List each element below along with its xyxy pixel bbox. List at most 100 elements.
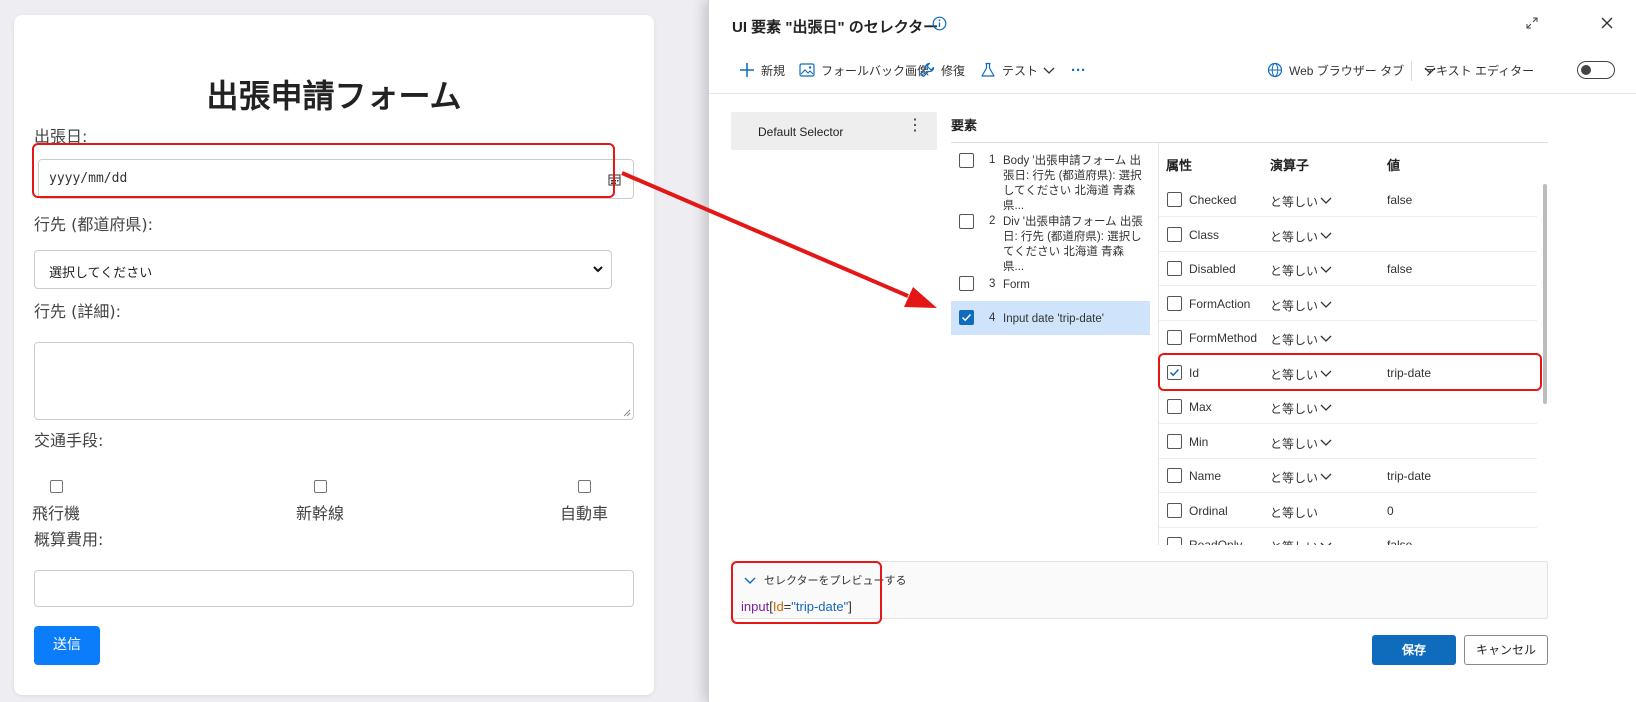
operator-dropdown[interactable] <box>1320 229 1332 244</box>
attribute-checkbox[interactable] <box>1167 226 1182 242</box>
chevron-down-icon <box>593 266 603 273</box>
operator-select[interactable]: と等しい <box>1270 400 1318 417</box>
dialog-title: UI 要素 "出張日" のセレクター <box>732 19 939 36</box>
more-options-icon[interactable]: ⋮ <box>907 118 923 134</box>
attribute-name: Max <box>1189 400 1212 414</box>
test-button[interactable]: テスト <box>980 61 1038 79</box>
toggle-knob <box>1581 65 1591 75</box>
transport-option: 飛行機 <box>32 478 80 524</box>
operator-dropdown[interactable] <box>1320 332 1332 347</box>
attribute-checkbox[interactable] <box>1167 537 1182 545</box>
operator-select[interactable]: と等しい <box>1270 435 1318 452</box>
attribute-row[interactable]: FormAction と等しい <box>1159 287 1537 321</box>
element-text: Form <box>1003 279 1030 291</box>
attribute-row[interactable]: Ordinal と等しい 0 <box>1159 494 1537 528</box>
more-button[interactable]: ··· <box>1071 61 1086 79</box>
chevron-down-icon <box>1043 67 1055 74</box>
cancel-button[interactable]: キャンセル <box>1464 635 1548 665</box>
element-row[interactable]: 2 Div '出張申請フォーム 出張日: 行先 (都道府県): 選択してください… <box>951 213 1150 273</box>
operator-dropdown[interactable] <box>1320 263 1332 278</box>
attribute-row[interactable]: Disabled と等しい false <box>1159 252 1537 286</box>
operator-select[interactable]: と等しい <box>1270 228 1318 245</box>
submit-button[interactable]: 送信 <box>34 626 100 665</box>
element-row-selected[interactable]: 4 Input date 'trip-date' <box>951 301 1150 335</box>
operator-dropdown[interactable] <box>1320 194 1332 209</box>
attribute-name: FormMethod <box>1189 331 1258 345</box>
attribute-row[interactable]: FormMethod と等しい <box>1159 321 1537 355</box>
dest-pref-select[interactable]: 選択してください <box>34 250 612 289</box>
toolbar-divider <box>1411 61 1412 81</box>
transport-option-label: 飛行機 <box>32 504 81 523</box>
selector-list-item[interactable]: Default Selector ⋮ <box>731 112 937 150</box>
attribute-name: Name <box>1189 469 1222 483</box>
repair-label: 修復 <box>941 63 966 78</box>
value-header: 値 <box>1387 158 1401 173</box>
attribute-value[interactable]: false <box>1387 193 1412 207</box>
text-editor-toggle[interactable] <box>1577 61 1615 79</box>
test-dropdown[interactable] <box>1043 61 1055 79</box>
fallback-image-button[interactable]: フォールバック画像 <box>799 61 929 79</box>
info-icon[interactable] <box>932 16 947 31</box>
elements-heading: 要素 <box>951 118 978 133</box>
attribute-row[interactable]: Min と等しい <box>1159 425 1537 459</box>
attribute-checkbox[interactable] <box>1167 468 1182 483</box>
cost-input[interactable] <box>34 570 634 607</box>
dest-pref-label: 行先 (都道府県): <box>34 215 153 234</box>
plus-icon <box>740 63 754 77</box>
resize-grip-icon[interactable] <box>623 409 631 417</box>
close-icon[interactable] <box>1600 16 1614 30</box>
element-checkbox[interactable] <box>959 276 974 291</box>
attribute-name: Ordinal <box>1189 503 1228 518</box>
element-row[interactable]: 1 Body '出張申請フォーム 出張日: 行先 (都道府県): 選択してくださ… <box>951 152 1150 212</box>
operator-dropdown[interactable] <box>1320 401 1332 416</box>
operator-select[interactable]: と等しい <box>1270 331 1318 348</box>
dest-detail-textarea[interactable] <box>34 342 634 420</box>
element-checkbox-checked[interactable] <box>959 310 974 325</box>
attribute-row[interactable]: Class と等しい <box>1159 218 1537 252</box>
attribute-row[interactable]: Max と等しい <box>1159 390 1537 424</box>
attribute-name: Min <box>1189 434 1209 449</box>
transport-label: 交通手段: <box>34 431 104 450</box>
new-button[interactable]: 新規 <box>739 61 785 79</box>
element-text: Input date 'trip-date' <box>1003 313 1104 325</box>
operator-select[interactable]: と等しい <box>1270 262 1318 279</box>
operator-dropdown[interactable] <box>1320 470 1332 485</box>
attribute-checkbox[interactable] <box>1167 192 1182 207</box>
operator-dropdown[interactable] <box>1320 436 1332 451</box>
attribute-checkbox[interactable] <box>1167 433 1182 449</box>
attribute-checkbox[interactable] <box>1167 502 1182 518</box>
attribute-value[interactable]: false <box>1387 538 1412 545</box>
operator-select[interactable]: と等しい <box>1270 193 1318 210</box>
operator-select[interactable]: と等しい <box>1270 504 1318 521</box>
attribute-checkbox[interactable] <box>1167 399 1182 414</box>
operator-header: 演算子 <box>1270 158 1310 173</box>
form-title: 出張申請フォーム <box>206 77 462 115</box>
operator-select[interactable]: と等しい <box>1270 469 1318 486</box>
attribute-checkbox[interactable] <box>1167 261 1182 276</box>
attributes-scrollbar[interactable] <box>1543 184 1547 404</box>
operator-select[interactable]: と等しい <box>1270 538 1318 545</box>
attribute-row[interactable]: Checked と等しい false <box>1159 183 1537 217</box>
operator-dropdown[interactable] <box>1320 539 1332 545</box>
operator-dropdown[interactable] <box>1320 298 1332 313</box>
car-checkbox[interactable] <box>577 480 591 493</box>
element-row[interactable]: 3 Form <box>951 274 1150 298</box>
repair-button[interactable]: 修復 <box>919 61 965 79</box>
attribute-value[interactable]: trip-date <box>1387 469 1431 483</box>
attribute-value[interactable]: 0 <box>1387 504 1394 518</box>
attribute-value[interactable]: false <box>1387 262 1412 276</box>
attribute-checkbox[interactable] <box>1167 330 1182 345</box>
shinkansen-checkbox[interactable] <box>313 480 327 493</box>
element-checkbox[interactable] <box>959 214 974 229</box>
operator-select[interactable]: と等しい <box>1270 297 1318 314</box>
attribute-row[interactable]: Name と等しい trip-date <box>1159 459 1537 493</box>
save-button[interactable]: 保存 <box>1372 635 1456 665</box>
chevron-down-icon <box>1320 542 1332 545</box>
attribute-checkbox[interactable] <box>1167 295 1182 311</box>
attribute-row[interactable]: ReadOnly と等しい false <box>1159 528 1537 545</box>
element-checkbox[interactable] <box>959 153 974 168</box>
airplane-checkbox[interactable] <box>49 480 63 493</box>
expand-icon[interactable] <box>1526 17 1538 29</box>
toolbar-bottom-border <box>709 93 1636 94</box>
attribute-name: ReadOnly <box>1189 538 1243 545</box>
